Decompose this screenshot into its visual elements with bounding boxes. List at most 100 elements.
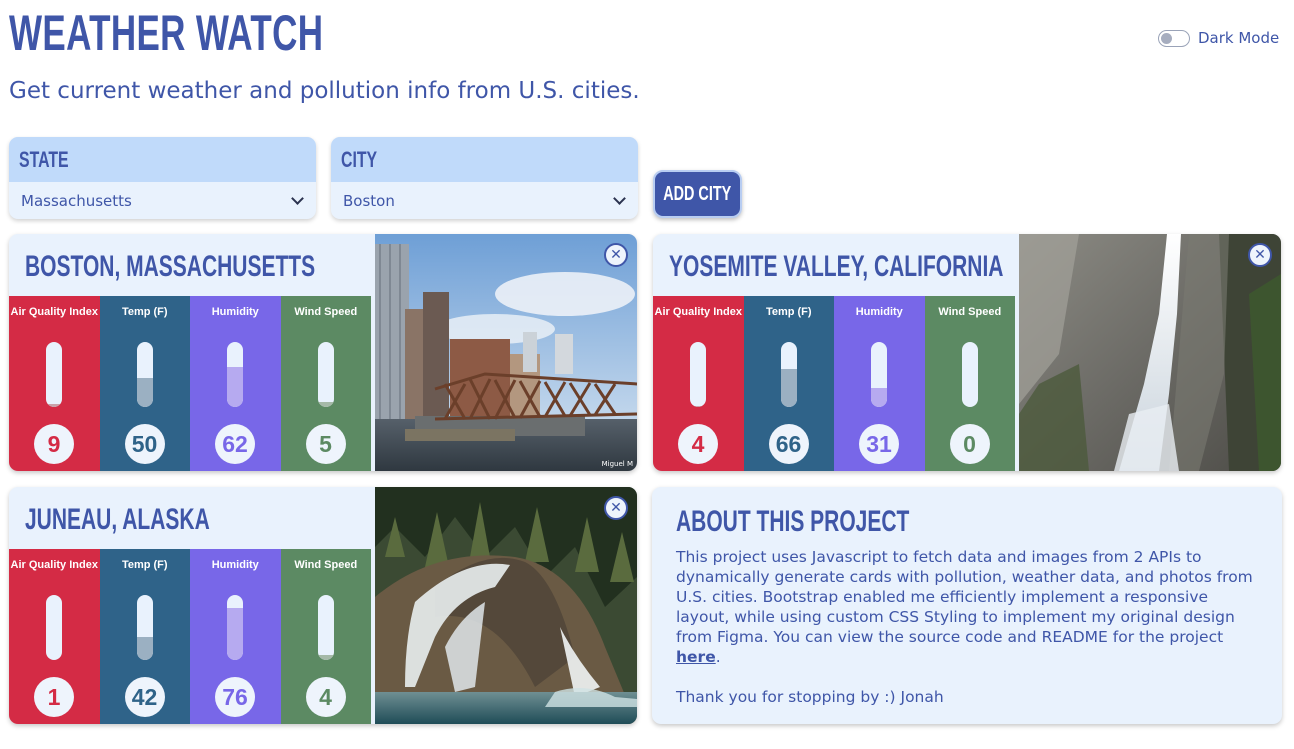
chevron-down-icon (291, 191, 304, 205)
remove-card-button[interactable]: ✕ (604, 496, 628, 520)
state-label: STATE (19, 147, 69, 172)
metric-label: Wind Speed (294, 306, 358, 318)
metrics-panel: Air Quality Index 9 Temp (F) 50 Humidity… (9, 296, 371, 471)
level-fill (227, 366, 243, 407)
metric-label: Temp (F) (765, 306, 812, 318)
city-selected-value: Boston (343, 191, 395, 210)
state-select[interactable]: Massachusetts (9, 182, 316, 219)
page-subtitle: Get current weather and pollution info f… (9, 78, 640, 104)
metric-temp: Temp (F) 66 (743, 296, 834, 471)
metric-humidity: Humidity 31 (834, 296, 925, 471)
state-select-group: STATE Massachusetts (9, 137, 316, 219)
city-photo (1019, 234, 1281, 471)
close-icon: ✕ (610, 500, 622, 516)
metric-humidity: Humidity 62 (190, 296, 281, 471)
dark-mode-label: Dark Mode (1198, 29, 1280, 47)
city-card-juneau: JUNEAU, ALASKA Air Quality Index 1 Temp … (9, 487, 637, 724)
remove-card-button[interactable]: ✕ (1248, 243, 1272, 267)
metric-label: Air Quality Index (654, 306, 742, 318)
level-bar (690, 342, 706, 407)
card-title: JUNEAU, ALASKA (25, 503, 210, 536)
waterfall-cliff-photo (1019, 234, 1281, 471)
level-bar (136, 342, 153, 407)
metric-temp: Temp (F) 42 (99, 549, 190, 724)
metric-humidity: Humidity 76 (190, 549, 281, 724)
level-bar (136, 595, 153, 660)
metric-label: Wind Speed (294, 559, 358, 571)
metric-wind: Wind Speed 5 (280, 296, 371, 471)
city-card-boston: BOSTON, MASSACHUSETTS Air Quality Index … (9, 234, 637, 471)
harbor-bridge-photo (375, 234, 637, 471)
card-title: BOSTON, MASSACHUSETTS (25, 250, 316, 283)
add-city-button[interactable]: ADD CITY (653, 170, 742, 218)
level-bar (227, 595, 243, 660)
city-select-group: CITY Boston (331, 137, 638, 219)
metric-value: 50 (124, 424, 165, 464)
toggle-switch[interactable] (1158, 29, 1190, 47)
metric-aqi: Air Quality Index 9 (9, 296, 100, 471)
level-fill (317, 654, 334, 660)
metric-value: 1 (34, 677, 74, 717)
metric-value: 4 (678, 424, 718, 464)
photo-credit: Miguel M (601, 460, 633, 468)
toggle-knob (1161, 32, 1172, 44)
city-select[interactable]: Boston (331, 182, 638, 219)
metric-aqi: Air Quality Index 4 (653, 296, 744, 471)
metric-label: Humidity (855, 306, 903, 318)
card-title: YOSEMITE VALLEY, CALIFORNIA (669, 250, 1004, 283)
metric-temp: Temp (F) 50 (99, 296, 190, 471)
metric-value: 62 (215, 424, 255, 464)
level-fill (317, 401, 334, 407)
chevron-down-icon (613, 191, 626, 205)
level-bar (46, 595, 62, 660)
metric-value: 5 (305, 424, 346, 464)
level-bar (780, 342, 797, 407)
level-bar (961, 342, 978, 407)
level-bar (871, 342, 887, 407)
metric-value: 31 (859, 424, 899, 464)
close-icon: ✕ (610, 247, 622, 263)
metric-label: Humidity (211, 559, 259, 571)
level-fill (690, 405, 706, 407)
level-bar (317, 342, 334, 407)
metric-value: 0 (949, 424, 990, 464)
remove-card-button[interactable]: ✕ (604, 243, 628, 267)
source-link[interactable]: here (676, 648, 716, 666)
level-fill (136, 377, 153, 407)
about-text: This project uses Javascript to fetch da… (676, 548, 1253, 646)
metric-label: Air Quality Index (10, 306, 98, 318)
page-title: WEATHER WATCH (9, 5, 324, 61)
metric-label: Wind Speed (938, 306, 1002, 318)
metric-aqi: Air Quality Index 1 (9, 549, 100, 724)
metric-value: 4 (305, 677, 346, 717)
metric-value: 9 (34, 424, 74, 464)
metric-label: Temp (F) (121, 306, 168, 318)
city-card-yosemite: YOSEMITE VALLEY, CALIFORNIA Air Quality … (653, 234, 1281, 471)
level-bar (227, 342, 243, 407)
metric-wind: Wind Speed 4 (280, 549, 371, 724)
about-signoff: Thank you for stopping by :) Jonah (676, 688, 944, 706)
metrics-panel: Air Quality Index 4 Temp (F) 66 Humidity… (653, 296, 1015, 471)
about-description: This project uses Javascript to fetch da… (676, 547, 1261, 667)
about-panel: ABOUT THIS PROJECT This project uses Jav… (652, 487, 1282, 724)
about-title: ABOUT THIS PROJECT (676, 505, 910, 538)
level-fill (780, 369, 797, 407)
close-icon: ✕ (1254, 247, 1266, 263)
city-photo: Miguel M (375, 234, 637, 471)
metric-label: Air Quality Index (10, 559, 98, 571)
level-fill (227, 608, 243, 660)
add-city-label: ADD CITY (663, 182, 732, 205)
metric-value: 66 (768, 424, 809, 464)
metric-label: Humidity (211, 306, 259, 318)
metric-value: 76 (215, 677, 255, 717)
waterfall-rock-photo (375, 487, 637, 724)
dark-mode-toggle[interactable]: Dark Mode (1158, 29, 1279, 47)
level-fill (136, 636, 153, 660)
level-fill (871, 387, 887, 407)
metric-wind: Wind Speed 0 (924, 296, 1015, 471)
city-photo (375, 487, 637, 724)
city-label: CITY (341, 147, 378, 172)
metric-value: 42 (124, 677, 165, 717)
metrics-panel: Air Quality Index 1 Temp (F) 42 Humidity… (9, 549, 371, 724)
state-selected-value: Massachusetts (21, 191, 132, 210)
